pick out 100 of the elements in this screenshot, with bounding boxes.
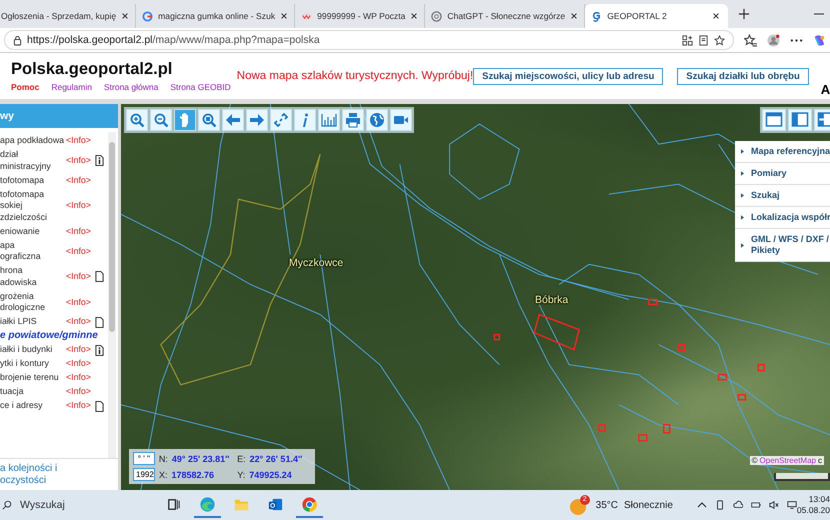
clock-date: 05.08.20 — [796, 505, 830, 516]
tab-title: GEOPORTAL 2 — [607, 11, 667, 21]
scrollbar[interactable] — [108, 132, 116, 458]
video-tool-button[interactable] — [390, 109, 412, 131]
measure-tool-button[interactable] — [318, 109, 340, 131]
browser-icon — [198, 496, 216, 512]
info-link[interactable]: <Info> — [66, 344, 95, 356]
pan-tool-button[interactable] — [174, 109, 196, 131]
forward-tool-button[interactable] — [246, 109, 268, 131]
document-info-icon[interactable] — [95, 155, 104, 166]
phone-icon[interactable] — [714, 500, 725, 510]
info-link[interactable]: <Info> — [66, 226, 95, 238]
info-link[interactable]: <Info> — [66, 174, 95, 186]
info-tool-button[interactable] — [294, 109, 316, 131]
layer-name[interactable]: tofotomapa — [0, 174, 66, 186]
globe-icon — [369, 112, 385, 128]
menu-item[interactable]: Szukaj — [735, 185, 830, 207]
menu-item[interactable]: GML / WFS / DXF / Pikiety — [735, 229, 830, 262]
temperature-text: 35°C — [596, 500, 618, 510]
print-tool-button[interactable] — [342, 109, 364, 131]
menu-item[interactable]: Pomiary — [735, 163, 830, 185]
attribution-link[interactable]: OpenStreetMap — [760, 456, 816, 465]
info-link[interactable]: <Info> — [66, 372, 95, 384]
taskbar-search-field[interactable]: Wyszukaj — [0, 490, 160, 520]
layout-button[interactable] — [788, 109, 812, 131]
info-link[interactable]: <Info> — [66, 154, 95, 166]
chevron-up-icon[interactable] — [696, 500, 707, 510]
network-icon[interactable] — [786, 500, 797, 510]
triangle-icon — [741, 242, 744, 248]
document-icon[interactable] — [95, 271, 104, 282]
layer-name[interactable]: iałki i budynki — [0, 344, 66, 356]
format-button[interactable]: ° ' '' — [133, 452, 155, 465]
info-link[interactable]: <Info> — [66, 400, 95, 412]
info-link[interactable]: <Info> — [66, 200, 95, 212]
layer-name[interactable]: ce i adresy — [0, 400, 66, 412]
info-link[interactable]: <Info> — [66, 135, 95, 147]
close-icon[interactable] — [410, 12, 418, 20]
globe-tool-button[interactable] — [366, 109, 388, 131]
layer-name[interactable]: eniowanie — [0, 226, 66, 238]
reader-icon[interactable] — [698, 34, 709, 46]
favorites-icon[interactable] — [744, 34, 757, 46]
tab-title: 99999999 - WP Poczta — [317, 11, 406, 21]
document-icon[interactable] — [95, 316, 104, 328]
close-icon[interactable] — [570, 12, 578, 20]
zoom-out-tool-button[interactable] — [150, 109, 172, 131]
add-icon[interactable] — [738, 8, 750, 20]
info-link[interactable]: <Info> — [66, 358, 95, 370]
coordinate-value: 178582.76 — [172, 470, 216, 480]
nav-link[interactable]: Strona główna — [104, 82, 158, 92]
ruler-icon — [321, 112, 337, 128]
menu-item[interactable]: Lokalizacja współr — [735, 207, 830, 229]
search-button[interactable]: Szukaj miejscowości, ulicy lub adresu — [473, 68, 664, 84]
avatar-icon[interactable] — [767, 34, 780, 46]
nav-link[interactable]: Regulamin — [51, 82, 92, 92]
scale-bar — [774, 473, 830, 481]
layout-button[interactable] — [762, 109, 786, 131]
layer-name[interactable]: ytki i kontury — [0, 358, 66, 370]
triangle-icon — [741, 215, 744, 220]
magnifier-icon — [201, 112, 217, 128]
close-icon[interactable] — [121, 12, 130, 20]
address-bar[interactable]: https://polska.geoportal2.pl/map/www/mapa.php?mapa=polska — [4, 30, 734, 50]
cloud-icon[interactable] — [732, 500, 743, 510]
format-button[interactable]: 1992 — [133, 468, 155, 481]
menu-item[interactable]: Mapa referencyjna — [735, 141, 830, 163]
browser-tab[interactable]: GEOPORTAL 2 — [585, 4, 728, 28]
nav-link[interactable]: Strona GEOBID — [170, 82, 231, 92]
grid-plus-icon[interactable] — [682, 34, 693, 46]
info-link[interactable]: <Info> — [66, 296, 95, 308]
copyright-sign: © — [752, 456, 758, 465]
document-icon[interactable] — [95, 400, 104, 412]
coordinate-label: X: — [159, 470, 168, 480]
info-link[interactable]: <Info> — [66, 386, 95, 398]
link-tool-button[interactable] — [270, 109, 292, 131]
minimize-icon[interactable] — [814, 13, 824, 15]
clock-time: 13:04 — [808, 494, 830, 505]
lock-icon — [13, 34, 22, 46]
sun-icon[interactable] — [570, 499, 586, 515]
search-button[interactable]: Szukaj działki lub obrębu — [677, 68, 809, 84]
layer-name[interactable]: iałki LPIS — [0, 316, 66, 328]
zoom-in-tool-button[interactable] — [126, 109, 148, 131]
arrow-left-icon — [225, 112, 241, 128]
zoom-in-icon — [129, 112, 145, 128]
close-icon[interactable] — [712, 12, 720, 20]
tab-title: Ogłoszenia - Sprzedam, kupię — [1, 11, 116, 21]
star-icon[interactable] — [714, 34, 725, 46]
layer-name[interactable]: apa podkładowa — [0, 135, 66, 147]
battery-icon[interactable] — [750, 500, 761, 510]
back-tool-button[interactable] — [222, 109, 244, 131]
info-link[interactable]: <Info> — [66, 271, 95, 283]
layer-name[interactable]: tuacja — [0, 386, 66, 398]
close-icon[interactable] — [280, 12, 288, 20]
nav-link[interactable]: Pomoc — [11, 82, 40, 92]
promo-link[interactable]: Nowa mapa szlaków turystycznych. Wypróbuj! — [236, 70, 474, 82]
info-link[interactable]: <Info> — [66, 316, 95, 328]
coordinate-label: N: — [158, 454, 168, 464]
zoom-window-tool-button[interactable] — [198, 109, 220, 131]
speaker-muted-icon[interactable] — [768, 500, 779, 510]
document-info-icon[interactable] — [95, 344, 104, 356]
layer-name[interactable]: brojenie terenu — [0, 372, 66, 384]
info-link[interactable]: <Info> — [66, 246, 95, 258]
